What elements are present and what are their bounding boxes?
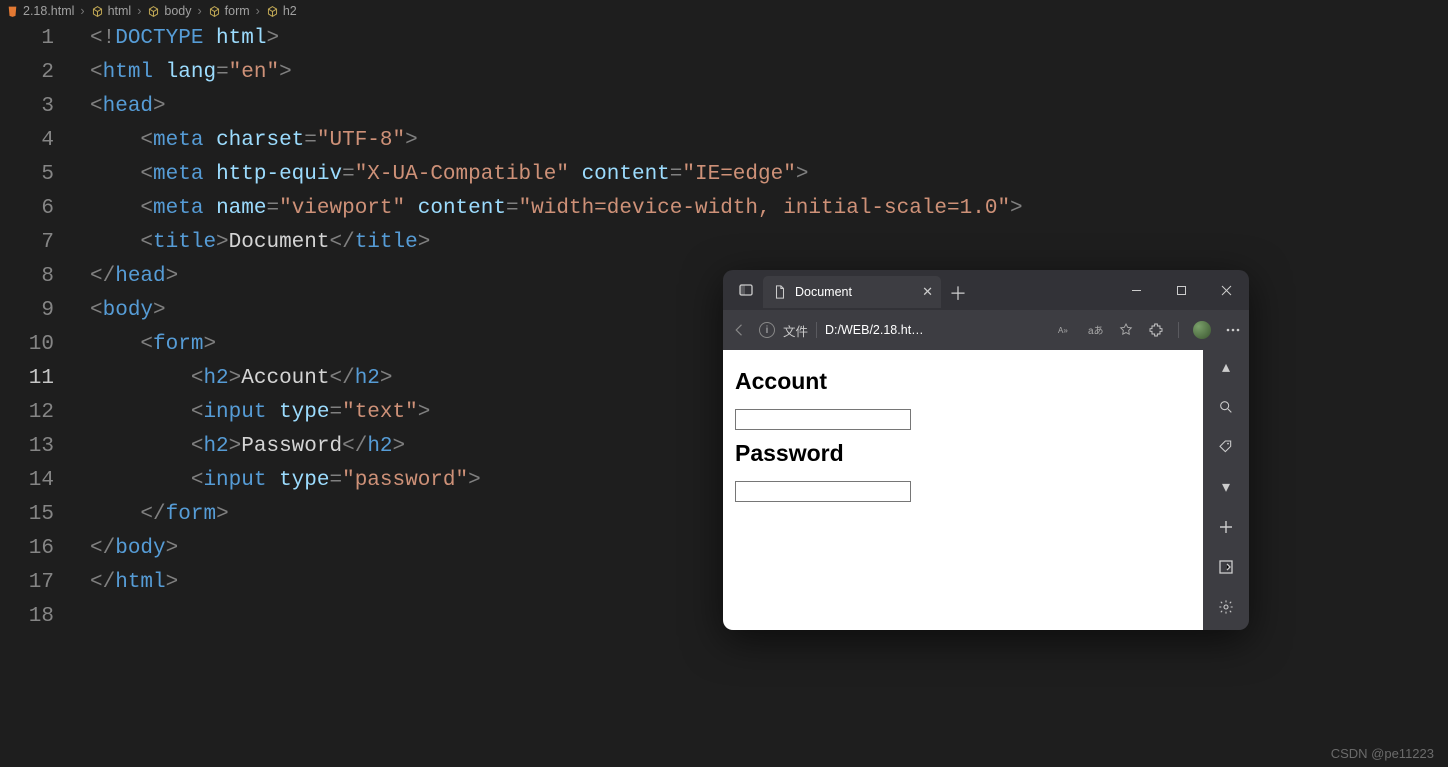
breadcrumb-file-label: 2.18.html (23, 4, 74, 18)
breadcrumb-body[interactable]: body (147, 4, 191, 18)
translate-icon[interactable]: aあ (1088, 322, 1104, 338)
breadcrumb-label: form (225, 4, 250, 18)
watermark: CSDN @pe11223 (1331, 746, 1434, 761)
line-number: 11 (0, 362, 84, 396)
rendered-page: Account Password (723, 350, 1203, 630)
line-number: 12 (0, 396, 84, 430)
password-input[interactable] (735, 481, 911, 502)
breadcrumb-h2[interactable]: h2 (266, 4, 297, 18)
search-icon[interactable] (1203, 396, 1249, 418)
browser-titlebar: Document ✕ ＋ (723, 270, 1249, 310)
profile-avatar[interactable] (1193, 321, 1211, 339)
line-number: 1 (0, 22, 84, 56)
breadcrumb-sep-icon: › (254, 4, 262, 18)
address-path: D:/WEB/2.18.ht… (825, 323, 924, 337)
favorite-icon[interactable] (1118, 322, 1134, 338)
line-number: 9 (0, 294, 84, 328)
tab-actions-icon[interactable] (729, 270, 763, 310)
tab-title: Document (795, 285, 852, 299)
edge-sidebar: ▴ ▾ (1203, 350, 1249, 630)
breadcrumb-file[interactable]: 2.18.html (6, 4, 74, 18)
symbol-icon (91, 5, 104, 18)
breadcrumb: 2.18.html › html › body › form › h2 (0, 0, 1448, 22)
code-line[interactable]: <meta http-equiv="X-UA-Compatible" conte… (90, 158, 1448, 192)
address-type-label: 文件 (783, 321, 808, 340)
line-number: 3 (0, 90, 84, 124)
code-line[interactable]: <title>Document</title> (90, 226, 1448, 260)
maximize-button[interactable] (1159, 270, 1204, 310)
breadcrumb-html[interactable]: html (91, 4, 132, 18)
breadcrumb-sep-icon: › (78, 4, 86, 18)
read-aloud-icon[interactable]: A» (1058, 322, 1074, 338)
breadcrumb-sep-icon: › (196, 4, 204, 18)
symbol-icon (147, 5, 160, 18)
chevron-down-icon[interactable]: ▾ (1203, 476, 1249, 498)
breadcrumb-label: h2 (283, 4, 297, 18)
divider (816, 322, 817, 338)
browser-window: Document ✕ ＋ i 文件 D:/WEB/2.18.ht… A» aあ … (723, 270, 1249, 630)
html-file-icon (6, 5, 19, 18)
browser-toolbar: i 文件 D:/WEB/2.18.ht… A» aあ (723, 310, 1249, 350)
line-number: 15 (0, 498, 84, 532)
line-number: 13 (0, 430, 84, 464)
address-bar[interactable]: i 文件 D:/WEB/2.18.ht… (759, 321, 924, 340)
close-button[interactable] (1204, 270, 1249, 310)
line-number: 10 (0, 328, 84, 362)
line-number: 8 (0, 260, 84, 294)
symbol-icon (208, 5, 221, 18)
line-number: 2 (0, 56, 84, 90)
line-number: 17 (0, 566, 84, 600)
breadcrumb-form[interactable]: form (208, 4, 250, 18)
minimize-button[interactable] (1114, 270, 1159, 310)
breadcrumb-label: html (108, 4, 132, 18)
page-heading-password: Password (735, 440, 1191, 467)
code-line[interactable]: <head> (90, 90, 1448, 124)
line-number: 14 (0, 464, 84, 498)
line-number: 7 (0, 226, 84, 260)
more-icon[interactable] (1225, 322, 1241, 338)
chevron-up-icon[interactable]: ▴ (1203, 356, 1249, 378)
new-tab-button[interactable]: ＋ (941, 276, 975, 310)
tag-icon[interactable] (1203, 436, 1249, 458)
extensions-icon[interactable] (1148, 322, 1164, 338)
line-number: 6 (0, 192, 84, 226)
breadcrumb-sep-icon: › (135, 4, 143, 18)
line-number: 5 (0, 158, 84, 192)
symbol-icon (266, 5, 279, 18)
svg-text:A»: A» (1058, 326, 1068, 335)
account-input[interactable] (735, 409, 911, 430)
code-line[interactable]: <meta charset="UTF-8"> (90, 124, 1448, 158)
line-number: 4 (0, 124, 84, 158)
divider (1178, 322, 1179, 338)
code-line[interactable]: <meta name="viewport" content="width=dev… (90, 192, 1448, 226)
gear-icon[interactable] (1203, 596, 1249, 618)
browser-tab[interactable]: Document ✕ (763, 276, 941, 308)
line-number: 18 (0, 600, 84, 634)
plus-icon[interactable] (1203, 516, 1249, 538)
tab-close-icon[interactable]: ✕ (922, 284, 933, 300)
page-heading-account: Account (735, 368, 1191, 395)
back-button[interactable] (731, 321, 749, 339)
line-number: 16 (0, 532, 84, 566)
collapse-icon[interactable] (1203, 556, 1249, 578)
breadcrumb-label: body (164, 4, 191, 18)
line-gutter: 123456789101112131415161718 (0, 22, 84, 634)
info-icon[interactable]: i (759, 322, 775, 338)
file-icon (773, 285, 787, 299)
svg-text:aあ: aあ (1088, 325, 1104, 337)
code-line[interactable]: <!DOCTYPE html> (90, 22, 1448, 56)
code-line[interactable]: <html lang="en"> (90, 56, 1448, 90)
